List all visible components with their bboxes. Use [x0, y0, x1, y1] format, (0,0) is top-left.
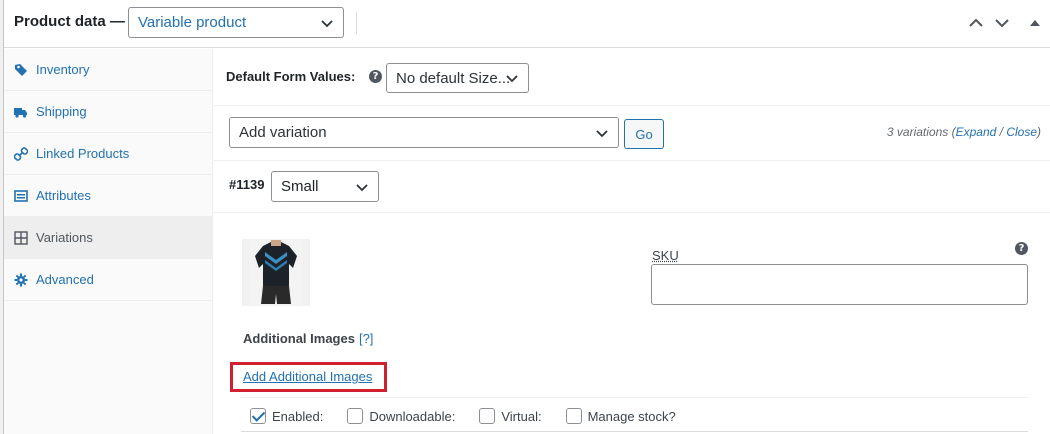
chevron-down-icon — [595, 126, 609, 140]
chevron-down-icon — [355, 180, 369, 194]
tab-label: Shipping — [36, 104, 87, 119]
truck-icon — [14, 105, 28, 119]
variation-size-value: Small — [281, 178, 319, 195]
link-icon — [14, 147, 28, 161]
default-size-value: No default Size... — [396, 70, 510, 87]
variation-image[interactable] — [242, 239, 310, 306]
sku-label: SKU — [652, 248, 679, 263]
tab-label: Advanced — [36, 272, 94, 287]
product-data-panel: Product data — Variable product Inventor… — [3, 0, 1050, 434]
tab-linked-products[interactable]: Linked Products — [4, 133, 213, 175]
product-type-value: Variable product — [138, 14, 246, 31]
panel-header: Product data — Variable product — [4, 0, 1050, 48]
tab-label: Linked Products — [36, 146, 129, 161]
product-type-select[interactable]: Variable product — [128, 7, 344, 38]
divider — [241, 397, 1028, 398]
chevron-down-icon — [320, 16, 334, 30]
help-icon[interactable]: ? — [369, 70, 382, 83]
variation-size-select[interactable]: Small — [271, 171, 379, 202]
panel-title: Product data — — [14, 13, 125, 30]
tab-label: Attributes — [36, 188, 91, 203]
variations-panel: Default Form Values: ? No default Size..… — [214, 49, 1050, 434]
default-form-values-label: Default Form Values: — [226, 69, 355, 84]
tab-inventory[interactable]: Inventory — [4, 49, 213, 91]
variation-id: #1139 — [229, 177, 264, 192]
sku-input[interactable] — [651, 264, 1028, 305]
downloadable-label: Downloadable: — [369, 409, 455, 424]
enabled-label: Enabled: — [272, 409, 323, 424]
variation-actions-row: Add variation Go 3 variations (Expand / … — [214, 106, 1050, 161]
go-button[interactable]: Go — [624, 119, 664, 149]
grid-icon — [14, 231, 28, 245]
close-all-link[interactable]: Close — [1006, 125, 1037, 139]
variation-count: 3 variations (Expand / Close) — [887, 125, 1041, 139]
variation-header-row[interactable]: #1139 Small — [214, 161, 1050, 213]
manage-stock-checkbox[interactable] — [566, 408, 582, 424]
product-data-tabs: Inventory Shipping Linked Products Attri… — [4, 49, 213, 434]
slash-separator: / — [996, 125, 1006, 139]
close-paren: ) — [1037, 125, 1041, 139]
virtual-checkbox[interactable] — [479, 408, 495, 424]
move-up-icon[interactable] — [967, 14, 985, 32]
add-additional-images-link[interactable]: Add Additional Images — [243, 369, 372, 384]
virtual-label: Virtual: — [501, 409, 541, 424]
list-icon — [14, 189, 28, 203]
manage-stock-label: Manage stock? — [588, 409, 676, 424]
additional-images-title: Additional Images [?] — [243, 331, 373, 346]
tab-variations[interactable]: Variations — [4, 217, 213, 259]
move-down-icon[interactable] — [993, 14, 1011, 32]
default-size-select[interactable]: No default Size... — [386, 63, 529, 93]
help-icon[interactable]: ? — [1015, 242, 1028, 255]
default-form-values-row: Default Form Values: ? No default Size..… — [214, 49, 1050, 106]
gear-icon — [14, 273, 28, 287]
expand-all-link[interactable]: Expand — [956, 125, 997, 139]
enabled-checkbox[interactable] — [250, 408, 266, 424]
tab-attributes[interactable]: Attributes — [4, 175, 213, 217]
shirt-image — [249, 240, 303, 306]
divider — [241, 431, 1028, 432]
tab-shipping[interactable]: Shipping — [4, 91, 213, 133]
header-divider — [356, 12, 357, 34]
additional-images-help[interactable]: [?] — [359, 331, 373, 346]
tab-advanced[interactable]: Advanced — [4, 259, 213, 301]
downloadable-checkbox[interactable] — [347, 408, 363, 424]
tab-label: Inventory — [36, 62, 89, 77]
additional-images-label: Additional Images — [243, 331, 355, 346]
variation-count-text: 3 variations ( — [887, 125, 956, 139]
variation-action-select[interactable]: Add variation — [229, 117, 619, 148]
toggle-panel-icon[interactable] — [1026, 14, 1044, 32]
chevron-down-icon — [505, 71, 519, 85]
variation-options-row: Enabled: Downloadable: Virtual: Manage s… — [250, 406, 700, 426]
tab-label: Variations — [36, 230, 93, 245]
tag-icon — [14, 63, 28, 77]
variation-action-value: Add variation — [239, 124, 327, 141]
